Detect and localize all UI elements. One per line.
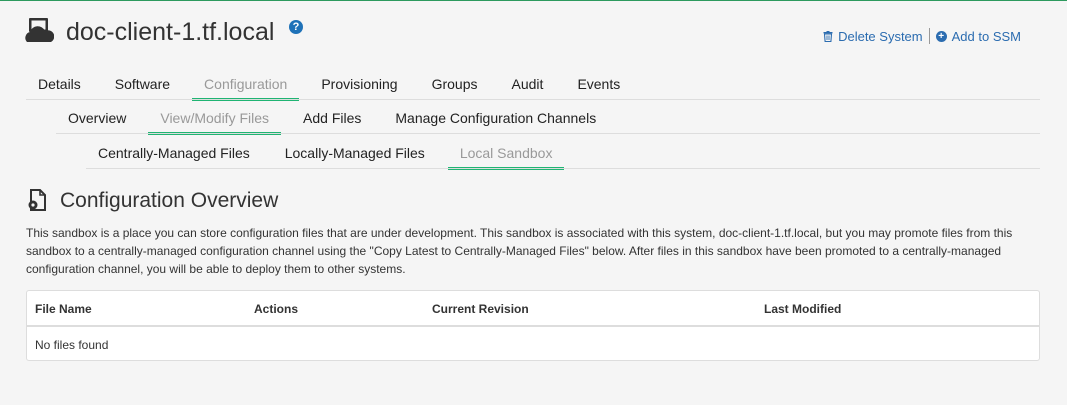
empty-table-message: No files found [35, 338, 109, 352]
tab-audit[interactable]: Audit [512, 76, 544, 92]
files-tabs-divider [86, 168, 1040, 169]
main-tabs-divider [26, 99, 1040, 100]
column-header-current-revision[interactable]: Current Revision [432, 302, 529, 316]
actions-divider [928, 28, 930, 44]
tab-locally-managed-files[interactable]: Locally-Managed Files [285, 145, 425, 161]
system-actions: Delete System + Add to SSM [823, 28, 1021, 44]
tab-details[interactable]: Details [38, 76, 81, 92]
trash-icon [823, 30, 833, 42]
configuration-tabs: Overview View/Modify Files Add Files Man… [68, 110, 630, 135]
tab-manage-configuration-channels[interactable]: Manage Configuration Channels [395, 110, 596, 126]
plus-circle-icon: + [935, 30, 947, 42]
tab-events[interactable]: Events [577, 76, 620, 92]
configuration-tabs-divider [56, 133, 1040, 134]
table-header-divider [27, 325, 1039, 327]
column-header-actions: Actions [254, 302, 299, 316]
column-header-file-name[interactable]: File Name [35, 302, 92, 316]
tab-centrally-managed-files[interactable]: Centrally-Managed Files [98, 145, 250, 161]
files-table: File Name Actions Current Revision Last … [26, 290, 1040, 361]
add-to-ssm-link[interactable]: + Add to SSM [935, 28, 1021, 44]
tab-configuration[interactable]: Configuration [192, 76, 300, 101]
tab-software[interactable]: Software [115, 76, 170, 92]
help-icon[interactable]: ? [289, 20, 303, 34]
config-file-icon [28, 189, 46, 211]
delete-system-label: Delete System [838, 28, 923, 44]
delete-system-link[interactable]: Delete System [823, 29, 923, 44]
files-tabs: Centrally-Managed Files Locally-Managed … [98, 145, 587, 170]
tab-local-sandbox[interactable]: Local Sandbox [447, 145, 565, 170]
tab-view-modify-files[interactable]: View/Modify Files [148, 110, 281, 135]
tab-groups[interactable]: Groups [432, 76, 478, 92]
system-icon [25, 18, 54, 42]
tab-add-files[interactable]: Add Files [303, 110, 361, 126]
tab-provisioning[interactable]: Provisioning [321, 76, 397, 92]
tab-overview[interactable]: Overview [68, 110, 126, 126]
add-to-ssm-label: Add to SSM [951, 28, 1021, 44]
section-title: Configuration Overview [60, 189, 279, 212]
main-tabs: Details Software Configuration Provision… [38, 76, 654, 101]
page-title: doc-client-1.tf.local [66, 18, 275, 46]
column-header-last-modified[interactable]: Last Modified [764, 302, 841, 316]
section-description: This sandbox is a place you can store co… [26, 226, 1013, 276]
